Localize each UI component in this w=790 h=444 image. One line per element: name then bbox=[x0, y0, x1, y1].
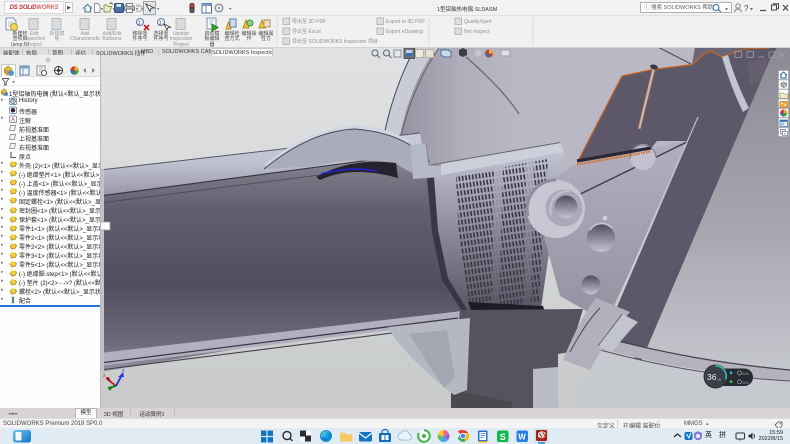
svg-text:%: % bbox=[718, 377, 722, 382]
svg-text:1: 1 bbox=[138, 20, 141, 26]
svg-text:A: A bbox=[11, 118, 15, 124]
svg-text:W: W bbox=[518, 433, 526, 442]
svg-text:?: ? bbox=[744, 4, 749, 13]
svg-text:36: 36 bbox=[707, 372, 717, 382]
svg-text:1: 1 bbox=[159, 20, 162, 26]
svg-text:60s: 60s bbox=[743, 380, 749, 385]
svg-text:S: S bbox=[500, 432, 506, 442]
svg-text:60s: 60s bbox=[743, 371, 749, 376]
